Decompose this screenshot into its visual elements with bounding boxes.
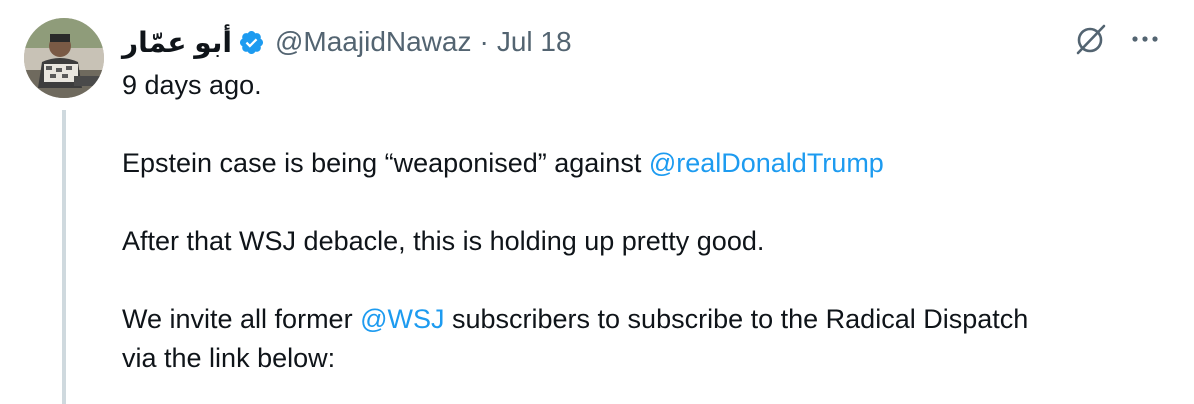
separator-dot: ·: [479, 26, 489, 57]
avatar-image: [24, 18, 104, 98]
more-icon[interactable]: [1130, 22, 1160, 61]
mention-link-wsj[interactable]: @WSJ: [360, 304, 444, 334]
tweet-actions: [1074, 22, 1160, 61]
grok-icon[interactable]: [1074, 22, 1108, 61]
author-handle[interactable]: @MaajidNawaz: [275, 26, 472, 58]
mention-link-realdonaldtrump[interactable]: @realDonaldTrump: [649, 148, 884, 178]
tweet-line-4-post: subscribers to subscribe to the Radical …: [444, 304, 1029, 334]
tweet-line-1: 9 days ago.: [122, 70, 262, 100]
tweet-line-2-text: Epstein case is being “weaponised” again…: [122, 148, 649, 178]
tweet-date[interactable]: Jul 18: [497, 26, 572, 58]
thread-connector-line: [62, 110, 66, 404]
author-display-name[interactable]: أبو عمّار: [122, 26, 232, 59]
tweet-line-2: Epstein case is being “weaponised” again…: [122, 144, 1162, 183]
tweet-text: 9 days ago. Epstein case is being “weapo…: [122, 66, 1162, 378]
tweet-line-3: After that WSJ debacle, this is holding …: [122, 226, 765, 256]
tweet-header: أبو عمّار @MaajidNawaz · Jul 18: [122, 20, 572, 64]
tweet-line-5: via the link below:: [122, 343, 336, 373]
tweet-line-4: We invite all former @WSJ subscribers to…: [122, 300, 1162, 339]
verified-badge-icon: [238, 29, 265, 56]
avatar[interactable]: [24, 18, 104, 98]
tweet-line-4-pre: We invite all former: [122, 304, 361, 334]
